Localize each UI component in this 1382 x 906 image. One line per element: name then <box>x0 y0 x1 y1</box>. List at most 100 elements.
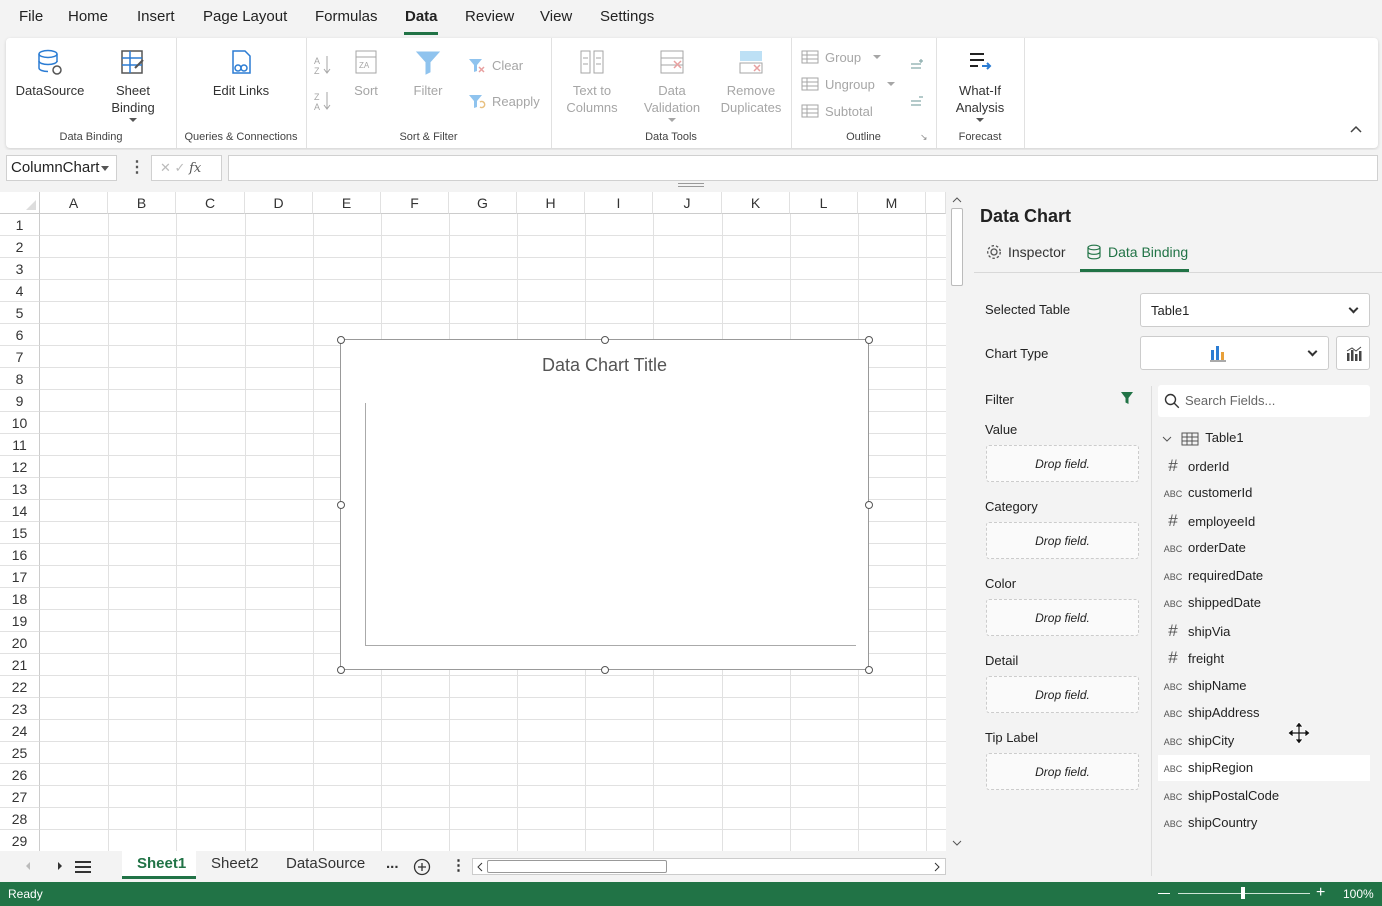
field-item[interactable]: ABC requiredDate <box>1158 563 1370 589</box>
previous-sheet-icon[interactable] <box>24 861 32 871</box>
chart-title[interactable]: Data Chart Title <box>341 355 868 376</box>
row-header[interactable]: 25 <box>0 742 40 764</box>
outline-launcher-icon[interactable]: ↘ <box>920 132 928 143</box>
collapse-ribbon-icon[interactable] <box>1350 125 1362 133</box>
name-box[interactable]: ColumnChart <box>6 155 117 181</box>
field-item[interactable]: # orderId <box>1158 453 1370 479</box>
remove-duplicates-button[interactable]: Remove Duplicates <box>716 48 786 116</box>
row-header[interactable]: 24 <box>0 720 40 742</box>
row-header[interactable]: 10 <box>0 412 40 434</box>
resize-handle[interactable] <box>865 501 873 509</box>
insert-function-icon[interactable]: fx <box>189 161 201 176</box>
field-item[interactable]: ABC shipAddress <box>1158 700 1370 726</box>
sheet-list-icon[interactable] <box>74 860 92 874</box>
field-item[interactable]: ABC shippedDate <box>1158 590 1370 616</box>
chart-type-select[interactable] <box>1140 336 1329 370</box>
row-header[interactable]: 26 <box>0 764 40 786</box>
column-header[interactable]: G <box>449 192 517 214</box>
row-header[interactable]: 20 <box>0 632 40 654</box>
resize-handle[interactable] <box>865 666 873 674</box>
menu-view[interactable]: View <box>540 8 572 25</box>
row-header[interactable]: 9 <box>0 390 40 412</box>
row-header[interactable]: 5 <box>0 302 40 324</box>
sheet-binding-button[interactable]: Sheet Binding <box>98 48 168 122</box>
scroll-up-icon[interactable] <box>952 196 962 203</box>
next-sheet-icon[interactable] <box>56 861 64 871</box>
resize-handle[interactable] <box>865 336 873 344</box>
text-to-columns-button[interactable]: Text to Columns <box>561 48 623 116</box>
row-header[interactable]: 19 <box>0 610 40 632</box>
select-all-corner[interactable] <box>0 192 40 214</box>
tab-data-binding[interactable]: Data Binding <box>1086 244 1188 260</box>
row-header[interactable]: 6 <box>0 324 40 346</box>
edit-links-button[interactable]: Edit Links <box>206 48 276 99</box>
row-header[interactable]: 23 <box>0 698 40 720</box>
show-detail-icon[interactable] <box>909 56 927 72</box>
row-header[interactable]: 3 <box>0 258 40 280</box>
reapply-button[interactable]: Reapply <box>468 93 540 109</box>
column-header[interactable]: I <box>585 192 653 214</box>
selected-table-select[interactable]: Table1 <box>1140 293 1370 327</box>
hide-detail-icon[interactable] <box>909 93 927 109</box>
zoom-out-icon[interactable] <box>1158 893 1170 894</box>
group-button[interactable]: Group <box>801 49 882 65</box>
scroll-left-icon[interactable] <box>476 862 484 872</box>
menu-home[interactable]: Home <box>68 8 108 25</box>
row-header[interactable]: 1 <box>0 214 40 236</box>
row-header[interactable]: 12 <box>0 456 40 478</box>
column-header[interactable]: B <box>108 192 176 214</box>
tab-options-icon[interactable]: ⋮ <box>451 856 466 874</box>
vertical-scrollbar[interactable] <box>948 192 966 851</box>
row-header[interactable]: 8 <box>0 368 40 390</box>
zoom-level[interactable]: 100% <box>1343 887 1374 901</box>
row-header[interactable]: 16 <box>0 544 40 566</box>
row-header[interactable]: 29 <box>0 830 40 851</box>
column-header[interactable]: C <box>176 192 245 214</box>
column-header[interactable]: K <box>722 192 790 214</box>
cancel-formula-icon[interactable]: ✕ <box>160 160 171 175</box>
more-options-icon[interactable]: ⋮ <box>129 157 145 177</box>
row-header[interactable]: 27 <box>0 786 40 808</box>
what-if-analysis-button[interactable]: What-If Analysis <box>942 48 1018 122</box>
row-header[interactable]: 11 <box>0 434 40 456</box>
row-header[interactable]: 28 <box>0 808 40 830</box>
confirm-formula-icon[interactable]: ✓ <box>175 160 186 175</box>
field-item[interactable]: ABC shipName <box>1158 673 1370 699</box>
column-header[interactable]: M <box>858 192 926 214</box>
category-drop-zone[interactable]: Drop field. <box>986 522 1139 559</box>
row-header[interactable]: 13 <box>0 478 40 500</box>
more-sheets-button[interactable]: ... <box>386 855 399 872</box>
field-item[interactable]: ABC shipCountry <box>1158 810 1370 836</box>
field-item[interactable]: ABC orderDate <box>1158 535 1370 561</box>
field-item[interactable]: # freight <box>1158 645 1370 671</box>
zoom-in-icon[interactable]: + <box>1316 884 1325 902</box>
scroll-right-icon[interactable] <box>933 862 941 872</box>
column-header[interactable] <box>926 192 946 214</box>
menu-insert[interactable]: Insert <box>137 8 175 25</box>
horizontal-scrollbar[interactable] <box>472 858 946 875</box>
horizontal-scroll-thumb[interactable] <box>487 860 667 873</box>
field-item[interactable]: ABC customerId <box>1158 480 1370 506</box>
add-sheet-icon[interactable] <box>413 858 431 876</box>
resize-handle[interactable] <box>337 666 345 674</box>
field-item[interactable]: ABC shipCity <box>1158 728 1370 754</box>
filter-icon[interactable] <box>1120 391 1134 405</box>
row-header[interactable]: 22 <box>0 676 40 698</box>
column-header[interactable]: E <box>313 192 381 214</box>
formula-input[interactable] <box>228 155 1378 181</box>
clear-button[interactable]: Clear <box>468 57 523 73</box>
data-chart[interactable]: Data Chart Title <box>340 339 869 670</box>
search-fields-input[interactable]: Search Fields... <box>1158 385 1370 417</box>
sheet-tab[interactable]: DataSource <box>286 855 365 872</box>
subtotal-button[interactable]: Subtotal <box>801 103 873 119</box>
row-header[interactable]: 17 <box>0 566 40 588</box>
zoom-slider-thumb[interactable] <box>1241 887 1245 899</box>
table-tree-node[interactable]: Table1 <box>1158 425 1370 451</box>
datasource-button[interactable]: DataSource <box>12 48 88 99</box>
vertical-scroll-thumb[interactable] <box>951 208 963 286</box>
menu-data[interactable]: Data <box>405 8 438 25</box>
field-item[interactable]: # shipVia <box>1158 618 1370 644</box>
menu-file[interactable]: File <box>19 8 43 25</box>
ungroup-button[interactable]: Ungroup <box>801 76 895 92</box>
sheet-tab[interactable]: Sheet2 <box>211 855 259 872</box>
